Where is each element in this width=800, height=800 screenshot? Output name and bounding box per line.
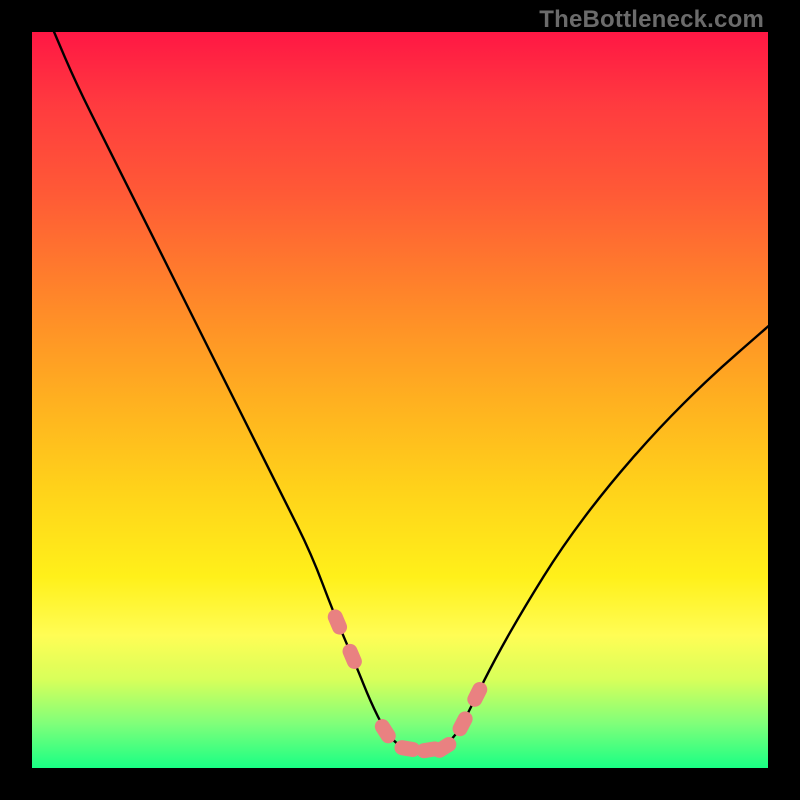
watermark-text: TheBottleneck.com	[539, 6, 764, 34]
curve-bead	[465, 679, 490, 709]
curve-bead	[429, 734, 459, 761]
chart-plot-area	[32, 32, 768, 768]
bottleneck-curve-svg	[32, 32, 768, 768]
bottleneck-curve-path	[54, 32, 768, 750]
curve-bead	[340, 641, 364, 671]
chart-frame: TheBottleneck.com	[0, 0, 800, 800]
curve-bead	[325, 607, 349, 637]
curve-bead	[450, 709, 475, 739]
